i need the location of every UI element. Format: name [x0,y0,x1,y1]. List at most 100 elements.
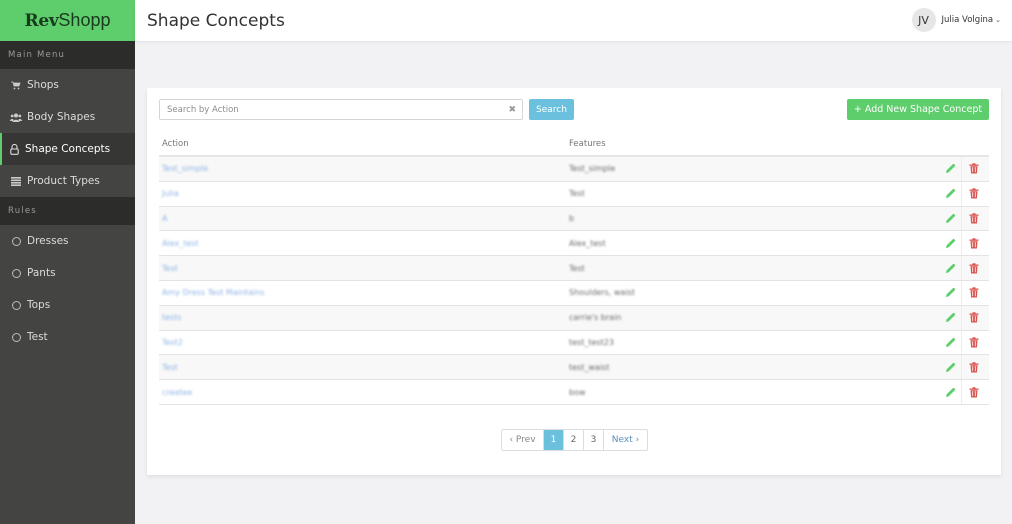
main-menu-header: Main Menu [0,41,135,69]
sidebar-item-label: Tops [27,299,51,311]
action-link[interactable]: Julia [159,189,566,198]
search-input[interactable] [160,104,509,115]
search-button[interactable]: Search [529,99,574,120]
rules-header: Rules [0,197,135,225]
circle-icon [10,332,22,342]
trash-icon[interactable] [961,206,986,231]
circle-icon [10,300,22,310]
sidebar-item-label: Product Types [27,175,100,187]
sidebar-item-product-types[interactable]: Product Types [0,165,135,197]
edit-icon[interactable] [939,312,961,323]
table-body: Test_simple Test_simple Julia Test A b A… [159,156,989,405]
action-link[interactable]: tests [159,313,566,322]
features-cell: test_test23 [569,337,614,347]
table-row: Amy Dress Test Maintains Shoulders, wais… [159,280,989,306]
edit-icon[interactable] [939,387,961,398]
action-link[interactable]: A [159,214,566,223]
next-page-button[interactable]: Next › [604,430,647,450]
top-bar: Shape Concepts JV Julia Volgina ⌄ [135,0,1012,41]
features-cell: carrie's brain [569,313,622,323]
features-cell: b [569,213,575,223]
shape-concepts-panel: ✖ Search + Add New Shape Concept Action … [147,88,1001,475]
table-row: Test2 test_test23 [159,330,989,356]
sidebar-item-label: Test [27,331,48,343]
user-menu[interactable]: JV Julia Volgina ⌄ [911,8,1001,32]
trash-icon[interactable] [961,156,986,181]
pagination: ‹ Prev 1 2 3 Next › [501,429,648,451]
page-title: Shape Concepts [147,10,285,31]
trash-icon[interactable] [961,380,986,405]
edit-icon[interactable] [939,163,961,174]
sidebar-item-body-shapes[interactable]: Body Shapes [0,101,135,133]
action-link[interactable]: Test2 [159,338,566,347]
users-icon [10,113,22,122]
logo-light: Shopp [58,10,111,30]
sidebar-item-label: Shops [27,79,59,91]
sidebar-item-pants[interactable]: Pants [0,257,135,289]
circle-icon [10,236,22,246]
features-cell: bow [569,387,586,397]
features-cell: Test_simple [569,164,616,174]
sidebar-item-shops[interactable]: Shops [0,69,135,101]
shape-concepts-table: Action Features Test_simple Test_simple … [159,132,989,405]
sidebar-item-label: Dresses [27,235,69,247]
sidebar-item-tops[interactable]: Tops [0,289,135,321]
page-3-button[interactable]: 3 [584,430,604,450]
user-name: Julia Volgina [941,15,994,25]
edit-icon[interactable] [939,188,961,199]
chevron-down-icon: ⌄ [995,16,1001,24]
features-cell: Shoulders, waist [569,288,635,298]
shopping-cart-icon [10,81,22,90]
edit-icon[interactable] [939,213,961,224]
edit-icon[interactable] [939,238,961,249]
column-header-features: Features [569,138,606,149]
sidebar-item-shape-concepts[interactable]: Shape Concepts [0,133,135,165]
table-row: createe bow [159,380,989,405]
sidebar-item-test[interactable]: Test [0,321,135,353]
trash-icon[interactable] [961,231,986,256]
table-row: Julia Test [159,181,989,207]
action-link[interactable]: createe [159,388,566,397]
table-row: tests carrie's brain [159,305,989,331]
table-row: A b [159,206,989,232]
page-2-button[interactable]: 2 [564,430,584,450]
circle-icon [10,268,22,278]
trash-icon[interactable] [961,330,986,355]
trash-icon[interactable] [961,355,986,380]
action-link[interactable]: Test_simple [159,164,566,173]
sidebar-item-label: Pants [27,267,56,279]
action-link[interactable]: Test [159,363,566,372]
trash-icon[interactable] [961,256,986,281]
add-shape-concept-button[interactable]: + Add New Shape Concept [847,99,989,120]
search-box: ✖ [159,99,523,120]
sidebar-item-label: Body Shapes [27,111,96,123]
logo-bold: Rev [24,10,59,31]
features-cell: Test [569,189,585,199]
avatar: JV [911,8,936,32]
action-link[interactable]: Amy Dress Test Maintains [159,288,566,297]
sidebar-item-label: Shape Concepts [25,143,111,155]
sidebar: Rev Shopp Main Menu Shops Body Shapes Sha… [0,0,135,524]
edit-icon[interactable] [939,362,961,373]
table-row: Test Test [159,256,989,281]
features-cell: Test [569,263,585,273]
action-link[interactable]: Alex_test [159,239,566,248]
page-1-button[interactable]: 1 [544,430,564,450]
column-header-action: Action [162,138,189,149]
trash-icon[interactable] [961,280,986,305]
table-header: Action Features [159,132,989,157]
table-row: Alex_test Alex_test [159,231,989,257]
edit-icon[interactable] [939,287,961,298]
list-icon [10,176,22,186]
trash-icon[interactable] [961,305,986,330]
features-cell: test_waist [569,362,610,372]
action-link[interactable]: Test [159,264,566,273]
edit-icon[interactable] [939,337,961,348]
sidebar-item-dresses[interactable]: Dresses [0,225,135,257]
edit-icon[interactable] [939,263,961,274]
clear-icon[interactable]: ✖ [508,105,516,115]
prev-page-button[interactable]: ‹ Prev [502,430,544,450]
trash-icon[interactable] [961,181,986,206]
logo[interactable]: Rev Shopp [0,0,135,41]
table-row: Test test_waist [159,355,989,381]
